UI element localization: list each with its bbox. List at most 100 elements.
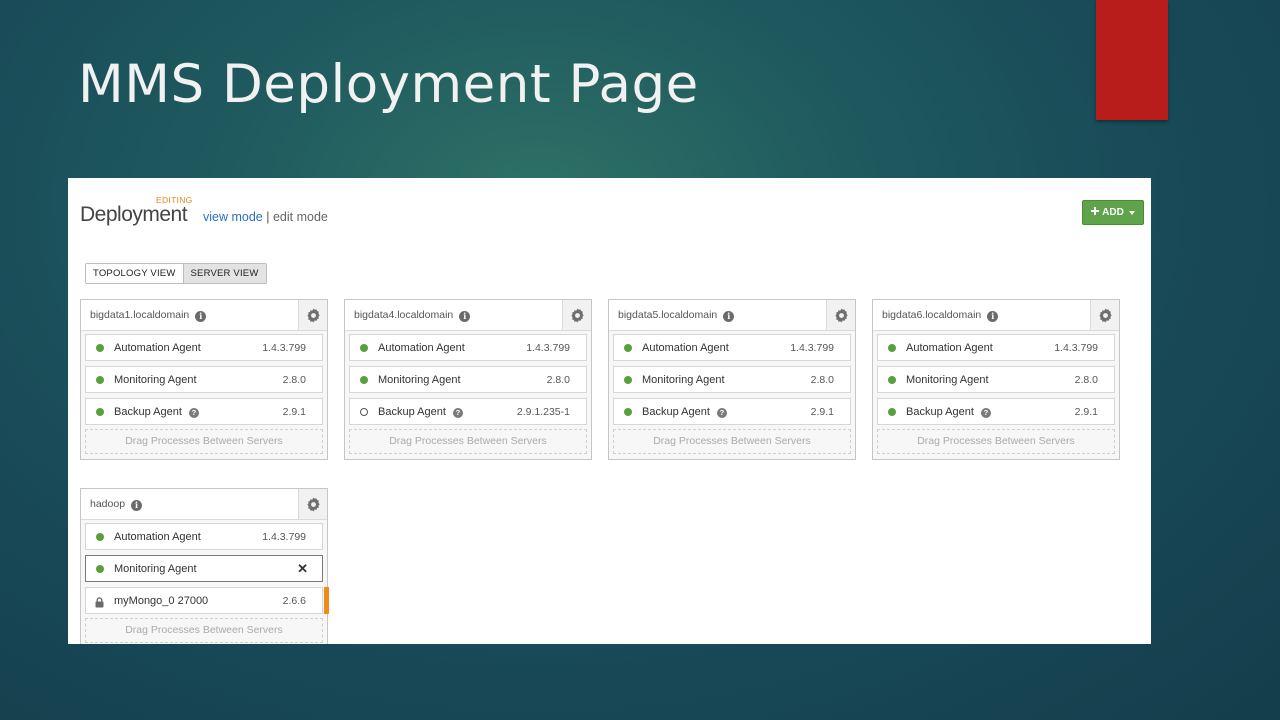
process-version: 2.8.0 (282, 374, 306, 386)
drop-zone[interactable]: Drag Processes Between Servers (349, 429, 587, 454)
server-card: bigdata6.localdomain i Automation Agent 1… (872, 299, 1120, 460)
process-row[interactable]: Automation Agent 1.4.3.799 (613, 334, 851, 361)
status-dot-green (360, 376, 368, 384)
server-card-header: hadoop i (81, 489, 327, 520)
process-version: 1.4.3.799 (526, 342, 570, 354)
help-icon[interactable]: ? (716, 408, 727, 418)
gear-icon (834, 307, 848, 323)
server-card: bigdata1.localdomain i Automation Agent 1… (80, 299, 328, 460)
server-card: bigdata4.localdomain i Automation Agent 1… (344, 299, 592, 460)
status-dot-green (624, 344, 632, 352)
process-version: 2.6.6 (282, 595, 306, 607)
process-row[interactable]: Automation Agent 1.4.3.799 (349, 334, 587, 361)
process-version: 2.9.1 (282, 406, 306, 418)
process-row[interactable]: Backup Agent? 2.9.1 (613, 398, 851, 425)
edit-mode-link[interactable]: edit mode (273, 210, 328, 224)
host-name: bigdata6.localdomain i (882, 309, 999, 322)
info-icon[interactable]: i (987, 311, 999, 322)
drop-zone[interactable]: Drag Processes Between Servers (85, 618, 323, 643)
process-name: Monitoring Agent (642, 374, 725, 386)
process-version: 2.8.0 (1074, 374, 1098, 386)
status-dot-green (96, 376, 104, 384)
status-dot-green (360, 344, 368, 352)
process-row[interactable]: Monitoring Agent 2.8.0 (877, 366, 1115, 393)
server-card-header: bigdata5.localdomain i (609, 300, 855, 331)
process-name: Automation Agent (906, 342, 993, 354)
server-settings-button[interactable] (1090, 300, 1119, 330)
view-toggle: TOPOLOGY VIEW SERVER VIEW (85, 263, 267, 284)
process-row[interactable]: Monitoring Agent 2.8.0 (349, 366, 587, 393)
server-card: bigdata5.localdomain i Automation Agent 1… (608, 299, 856, 460)
process-name: Automation Agent (378, 342, 465, 354)
process-name: Automation Agent (642, 342, 729, 354)
info-icon[interactable]: i (195, 311, 207, 322)
server-settings-button[interactable] (562, 300, 591, 330)
deployment-title: Deployment (80, 203, 188, 226)
process-version: 2.8.0 (546, 374, 570, 386)
plus-icon (1091, 207, 1100, 218)
status-dot-green (96, 344, 104, 352)
process-name: Backup Agent? (906, 406, 991, 418)
process-version: 1.4.3.799 (1054, 342, 1098, 354)
help-icon[interactable]: ? (188, 408, 199, 418)
drop-zone[interactable]: Drag Processes Between Servers (85, 429, 323, 454)
process-name: Monitoring Agent (114, 374, 197, 386)
process-version: 1.4.3.799 (262, 342, 306, 354)
slide-title: MMS Deployment Page (78, 54, 699, 115)
host-name: hadoop i (90, 498, 143, 511)
red-accent-tab (1096, 0, 1168, 120)
process-version: 1.4.3.799 (262, 531, 306, 543)
modified-marker (324, 587, 329, 614)
tab-topology-view[interactable]: TOPOLOGY VIEW (86, 264, 183, 283)
process-name: Automation Agent (114, 531, 201, 543)
process-row[interactable]: Automation Agent 1.4.3.799 (85, 334, 323, 361)
tab-server-view[interactable]: SERVER VIEW (182, 264, 266, 283)
gear-icon (306, 496, 320, 512)
info-icon[interactable]: i (459, 311, 471, 322)
status-dot-green (96, 408, 104, 416)
process-row[interactable]: Backup Agent? 2.9.1 (877, 398, 1115, 425)
process-version: 2.8.0 (810, 374, 834, 386)
process-version: 2.9.1.235-1 (516, 406, 570, 418)
server-settings-button[interactable] (298, 489, 327, 519)
lock-icon (95, 595, 104, 613)
process-name: Automation Agent (114, 342, 201, 354)
info-icon[interactable]: i (723, 311, 735, 322)
status-dot-hollow (360, 408, 368, 416)
add-label: ADD (1102, 207, 1124, 218)
process-row-selected[interactable]: Monitoring Agent ✕ (85, 555, 323, 582)
close-icon[interactable]: ✕ (297, 561, 308, 577)
process-row[interactable]: myMongo_0 27000 2.6.6 (85, 587, 329, 614)
add-button[interactable]: ADD (1082, 200, 1144, 225)
process-name: Backup Agent? (114, 406, 199, 418)
help-icon[interactable]: ? (980, 408, 991, 418)
process-row[interactable]: Monitoring Agent 2.8.0 (85, 366, 323, 393)
status-dot-green (624, 408, 632, 416)
process-name: Monitoring Agent (114, 563, 197, 575)
process-name: Backup Agent? (642, 406, 727, 418)
server-settings-button[interactable] (298, 300, 327, 330)
host-name: bigdata1.localdomain i (90, 309, 207, 322)
drop-zone[interactable]: Drag Processes Between Servers (613, 429, 851, 454)
process-row[interactable]: Backup Agent? 2.9.1 (85, 398, 323, 425)
server-settings-button[interactable] (826, 300, 855, 330)
status-dot-green (624, 376, 632, 384)
server-card-header: bigdata6.localdomain i (873, 300, 1119, 331)
info-icon[interactable]: i (131, 500, 143, 511)
drop-zone[interactable]: Drag Processes Between Servers (877, 429, 1115, 454)
process-name: Backup Agent? (378, 406, 463, 418)
help-icon[interactable]: ? (452, 408, 463, 418)
mode-links: view mode | edit mode (203, 210, 328, 224)
process-name: Monitoring Agent (906, 374, 989, 386)
view-mode-link[interactable]: view mode (203, 210, 263, 224)
gear-icon (570, 307, 584, 323)
server-card-header: bigdata4.localdomain i (345, 300, 591, 331)
process-row[interactable]: Monitoring Agent 2.8.0 (613, 366, 851, 393)
process-version: 2.9.1 (810, 406, 834, 418)
process-row[interactable]: Automation Agent 1.4.3.799 (85, 523, 323, 550)
process-row[interactable]: Automation Agent 1.4.3.799 (877, 334, 1115, 361)
editing-badge: EDITING (156, 195, 193, 205)
process-row[interactable]: Backup Agent? 2.9.1.235-1 (349, 398, 587, 425)
process-version: 2.9.1 (1074, 406, 1098, 418)
server-card: hadoop i Automation Agent 1.4.3.799 Monit… (80, 488, 329, 644)
